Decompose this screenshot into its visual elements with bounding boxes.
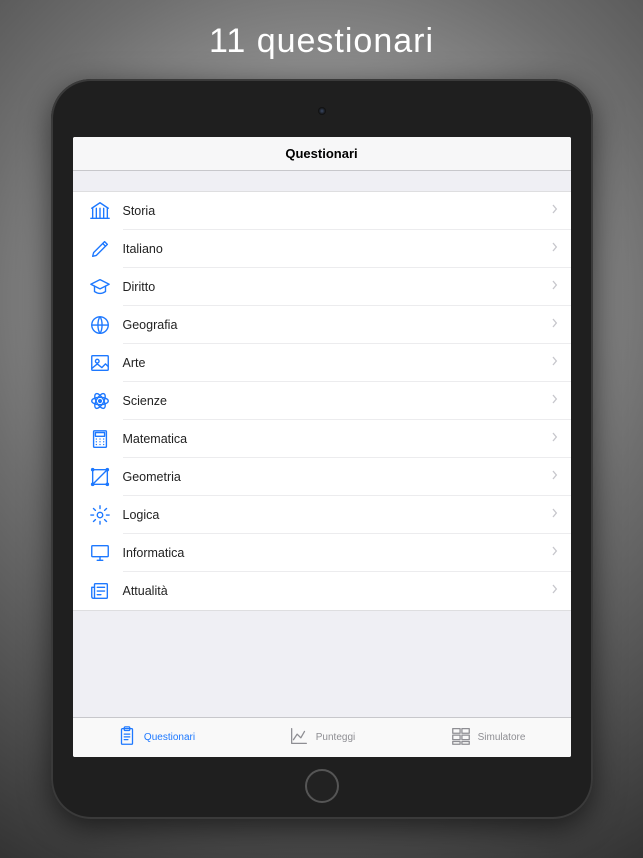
chart-icon: [288, 725, 310, 750]
clipboard-icon: [116, 725, 138, 750]
nav-title: Questionari: [285, 146, 357, 161]
picture-icon: [87, 350, 113, 376]
page-headline: 11 questionari: [209, 22, 434, 61]
monitor-icon: [87, 540, 113, 566]
tab-bar: Questionari Punteggi Simulatore: [73, 717, 571, 757]
tab-simulatore[interactable]: Simulatore: [405, 718, 571, 757]
ipad-frame: Questionari Storia Italiano Diritto Geograf…: [51, 79, 593, 819]
list-item[interactable]: Matematica: [73, 420, 571, 458]
nav-bar: Questionari: [73, 137, 571, 171]
list-item-label: Matematica: [123, 432, 551, 446]
list-item-label: Arte: [123, 356, 551, 370]
list-item-label: Attualità: [123, 584, 551, 598]
news-icon: [87, 578, 113, 604]
chevron-right-icon: [551, 278, 559, 297]
tab-label: Questionari: [144, 732, 195, 743]
chevron-right-icon: [551, 544, 559, 563]
chevron-right-icon: [551, 392, 559, 411]
list-item-label: Informatica: [123, 546, 551, 560]
list-item[interactable]: Informatica: [73, 534, 571, 572]
home-button[interactable]: [305, 769, 339, 803]
list-item-label: Geometria: [123, 470, 551, 484]
museum-icon: [87, 198, 113, 224]
chevron-right-icon: [551, 354, 559, 373]
atom-icon: [87, 388, 113, 414]
tab-label: Simulatore: [478, 732, 526, 743]
tab-label: Punteggi: [316, 732, 355, 743]
list-item[interactable]: Scienze: [73, 382, 571, 420]
list-item-label: Scienze: [123, 394, 551, 408]
globe-icon: [87, 312, 113, 338]
chevron-right-icon: [551, 202, 559, 221]
list-item[interactable]: Attualità: [73, 572, 571, 610]
list-item[interactable]: Diritto: [73, 268, 571, 306]
list-item[interactable]: Logica: [73, 496, 571, 534]
list-item-label: Logica: [123, 508, 551, 522]
chevron-right-icon: [551, 506, 559, 525]
pen-icon: [87, 236, 113, 262]
shapes-icon: [87, 464, 113, 490]
chevron-right-icon: [551, 430, 559, 449]
cap-icon: [87, 274, 113, 300]
camera-icon: [318, 107, 326, 115]
category-list: Storia Italiano Diritto Geografia Arte Scienz…: [73, 171, 571, 717]
chevron-right-icon: [551, 240, 559, 259]
grid-icon: [450, 725, 472, 750]
list-item[interactable]: Arte: [73, 344, 571, 382]
tab-questionari[interactable]: Questionari: [73, 718, 239, 757]
tab-punteggi[interactable]: Punteggi: [239, 718, 405, 757]
gear-icon: [87, 502, 113, 528]
list-item[interactable]: Storia: [73, 192, 571, 230]
list-item-label: Italiano: [123, 242, 551, 256]
list-item-label: Diritto: [123, 280, 551, 294]
chevron-right-icon: [551, 468, 559, 487]
chevron-right-icon: [551, 316, 559, 335]
list-item-label: Geografia: [123, 318, 551, 332]
chevron-right-icon: [551, 582, 559, 601]
list-item[interactable]: Italiano: [73, 230, 571, 268]
calc-icon: [87, 426, 113, 452]
list-item[interactable]: Geografia: [73, 306, 571, 344]
list-item-label: Storia: [123, 204, 551, 218]
app-screen: Questionari Storia Italiano Diritto Geograf…: [73, 137, 571, 757]
list-item[interactable]: Geometria: [73, 458, 571, 496]
